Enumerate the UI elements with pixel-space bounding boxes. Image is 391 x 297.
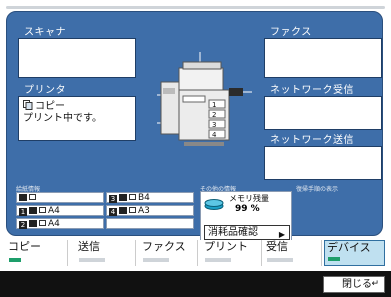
svg-text:4: 4 <box>212 131 217 139</box>
tab-copy-indicator <box>9 258 21 262</box>
svg-text:3: 3 <box>212 121 216 129</box>
device-status-panel: スキャナ ファクス プリンタ コピー プリント中です。 ネットワーク受信 ネット… <box>6 11 383 242</box>
printer-job-type: コピー <box>35 101 65 112</box>
scanner-title: スキャナ <box>24 27 66 38</box>
close-label: 閉じる <box>342 279 372 290</box>
tab-fax-label: ファクス <box>142 240 186 253</box>
tab-send[interactable]: 送信 <box>76 240 136 266</box>
tray-icon <box>29 220 37 227</box>
paper-tray-cell: 3 B4 <box>106 192 194 203</box>
svg-text:2: 2 <box>212 111 216 119</box>
memory-label: メモリ残量 <box>229 194 269 203</box>
tab-receive[interactable]: 受信 <box>264 240 322 266</box>
tray-icon <box>19 194 27 201</box>
device-status-screen: スキャナ ファクス プリンタ コピー プリント中です。 ネットワーク受信 ネット… <box>0 0 391 297</box>
consumables-check-button[interactable]: 消耗品確認 ▶ <box>204 225 290 240</box>
paper-tray-cell: 2 A4 <box>16 218 104 229</box>
tray-number-icon: 4 <box>109 208 117 216</box>
fax-status-box[interactable]: ファクス <box>264 27 382 78</box>
paper-size: A4 <box>48 219 60 229</box>
tab-copy[interactable]: コピー <box>6 240 68 266</box>
paper-icon <box>39 220 46 226</box>
printer-status-text: コピー プリント中です。 <box>23 100 102 125</box>
tray-icon <box>119 194 127 201</box>
tab-print-label: プリント <box>204 240 248 253</box>
tab-fax[interactable]: ファクス <box>140 240 198 266</box>
tray-icon <box>119 207 127 214</box>
paper-icon <box>39 207 46 213</box>
tray-number-icon: 1 <box>19 208 27 216</box>
fax-title: ファクス <box>270 27 312 38</box>
paper-icon <box>29 194 36 200</box>
tab-send-indicator <box>79 258 105 262</box>
paper-tray-cell: 1 A4 <box>16 205 104 216</box>
consumables-check-label: 消耗品確認 <box>208 227 258 238</box>
paper-icon <box>129 194 136 200</box>
tab-device[interactable]: デバイス <box>324 240 385 266</box>
network-send-box[interactable]: ネットワーク送信 <box>264 135 382 180</box>
bottom-bar: 閉じる ↵ <box>0 271 391 297</box>
info-band: 給紙情報 その他の情報 復帰手順の表示 3B4 1A4 4A3 2A4 <box>16 184 386 242</box>
tab-fax-indicator <box>143 258 169 262</box>
close-button[interactable]: 閉じる ↵ <box>323 276 385 293</box>
paper-icon <box>129 207 136 213</box>
printer-title: プリンタ <box>24 85 66 96</box>
tray-number-icon: 3 <box>109 195 117 203</box>
tray-icon <box>29 207 37 214</box>
network-receive-title: ネットワーク受信 <box>270 85 354 96</box>
paper-size: A3 <box>138 206 150 216</box>
memory-icon <box>204 199 224 210</box>
tray-number-icon: 2 <box>19 221 27 229</box>
tab-device-label: デバイス <box>327 241 371 254</box>
printer-illustration: 1 2 3 4 <box>157 52 252 146</box>
top-status-line <box>6 6 385 9</box>
printer-status-box[interactable]: プリンタ コピー プリント中です。 <box>18 85 136 141</box>
paper-tray-cell <box>106 218 194 229</box>
tab-print-indicator <box>205 258 231 262</box>
tab-receive-label: 受信 <box>266 240 288 253</box>
network-receive-box[interactable]: ネットワーク受信 <box>264 85 382 130</box>
paper-tray-cell <box>16 192 104 203</box>
enter-icon: ↵ <box>371 279 379 289</box>
other-info-box: メモリ残量 99 % 消耗品確認 ▶ <box>200 191 292 242</box>
tab-print[interactable]: プリント <box>202 240 262 266</box>
tab-send-label: 送信 <box>78 240 100 253</box>
paper-size: A4 <box>48 206 60 216</box>
paper-tray-cell: 4 A3 <box>106 205 194 216</box>
copy-icon <box>23 100 33 110</box>
tab-device-indicator <box>328 257 340 261</box>
scanner-status-box[interactable]: スキャナ <box>18 27 136 78</box>
tab-bar: コピー 送信 ファクス プリント 受信 デバイス <box>6 240 385 268</box>
network-send-title: ネットワーク送信 <box>270 135 354 146</box>
tab-copy-label: コピー <box>8 240 41 253</box>
recovery-area <box>296 191 382 242</box>
svg-text:1: 1 <box>212 101 216 109</box>
paper-size: B4 <box>138 193 150 203</box>
memory-value: 99 % <box>235 204 260 214</box>
printer-status-message: プリント中です。 <box>23 113 102 124</box>
tab-receive-indicator <box>267 258 293 262</box>
